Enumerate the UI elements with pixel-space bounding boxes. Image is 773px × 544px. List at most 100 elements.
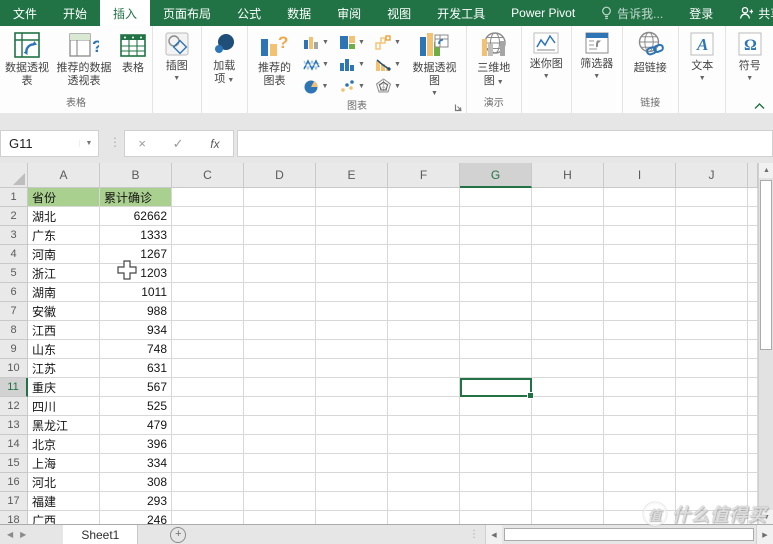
cell-H10[interactable] [532, 359, 604, 378]
cell-I9[interactable] [604, 340, 676, 359]
cell-I6[interactable] [604, 283, 676, 302]
row-header-5[interactable]: 5 [0, 264, 28, 283]
tab-插入[interactable]: 插入 [100, 0, 150, 26]
formula-input[interactable] [237, 130, 773, 157]
cell-B17[interactable]: 293 [100, 492, 172, 511]
cell-G7[interactable] [460, 302, 532, 321]
waterfall-chart-button[interactable]: ▼ [370, 31, 406, 53]
sheet-nav-right-icon[interactable]: ▶ [20, 530, 33, 539]
cell-G3[interactable] [460, 226, 532, 245]
cell-K1[interactable] [748, 188, 758, 207]
hierarchy-chart-button[interactable]: ▼ [334, 31, 370, 53]
cell-C7[interactable] [172, 302, 244, 321]
cell-D1[interactable] [244, 188, 316, 207]
cell-B5[interactable]: 1203 [100, 264, 172, 283]
cell-D17[interactable] [244, 492, 316, 511]
cell-F7[interactable] [388, 302, 460, 321]
map-3d-button[interactable]: 三维地图▼ [475, 29, 512, 90]
cell-K11[interactable] [748, 378, 758, 397]
cell-A11[interactable]: 重庆 [28, 378, 100, 397]
cell-E10[interactable] [316, 359, 388, 378]
cancel-icon[interactable]: × [138, 136, 146, 151]
cell-B15[interactable]: 334 [100, 454, 172, 473]
cell-E7[interactable] [316, 302, 388, 321]
cell-F1[interactable] [388, 188, 460, 207]
collapse-ribbon-icon[interactable] [754, 103, 765, 110]
cell-J9[interactable] [676, 340, 748, 359]
combo-chart-button[interactable]: ▼ [370, 53, 406, 75]
pie-chart-button[interactable]: ▼ [298, 75, 334, 97]
cell-A12[interactable]: 四川 [28, 397, 100, 416]
sheet-tab-sheet1[interactable]: Sheet1 [63, 525, 138, 544]
tab-视图[interactable]: 视图 [374, 0, 424, 26]
chevron-down-icon[interactable]: ▼ [79, 140, 98, 147]
cell-A17[interactable]: 福建 [28, 492, 100, 511]
cell-G13[interactable] [460, 416, 532, 435]
cell-K8[interactable] [748, 321, 758, 340]
cell-E3[interactable] [316, 226, 388, 245]
column-header-partial[interactable] [748, 163, 758, 188]
addins-button[interactable]: 加载 项▼ [209, 29, 239, 88]
cell-B18[interactable]: 246 [100, 511, 172, 525]
cell-F13[interactable] [388, 416, 460, 435]
row-header-8[interactable]: 8 [0, 321, 28, 340]
tab-公式[interactable]: 公式 [224, 0, 274, 26]
scroll-left-icon[interactable]: ◀ [485, 525, 502, 544]
new-sheet-button[interactable]: + [170, 527, 186, 543]
cell-A8[interactable]: 江西 [28, 321, 100, 340]
tab-Power Pivot[interactable]: Power Pivot [498, 0, 588, 26]
cell-F2[interactable] [388, 207, 460, 226]
cell-G6[interactable] [460, 283, 532, 302]
cell-A6[interactable]: 湖南 [28, 283, 100, 302]
column-header-J[interactable]: J [676, 163, 748, 188]
cell-A9[interactable]: 山东 [28, 340, 100, 359]
cell-K14[interactable] [748, 435, 758, 454]
cell-I10[interactable] [604, 359, 676, 378]
cell-I2[interactable] [604, 207, 676, 226]
cell-F4[interactable] [388, 245, 460, 264]
cell-B2[interactable]: 62662 [100, 207, 172, 226]
cell-E5[interactable] [316, 264, 388, 283]
cell-G9[interactable] [460, 340, 532, 359]
cell-C16[interactable] [172, 473, 244, 492]
cell-G2[interactable] [460, 207, 532, 226]
cell-J11[interactable] [676, 378, 748, 397]
cell-J15[interactable] [676, 454, 748, 473]
cell-K12[interactable] [748, 397, 758, 416]
cell-C14[interactable] [172, 435, 244, 454]
tab-开始[interactable]: 开始 [50, 0, 100, 26]
cell-A13[interactable]: 黑龙江 [28, 416, 100, 435]
cell-C18[interactable] [172, 511, 244, 525]
row-header-4[interactable]: 4 [0, 245, 28, 264]
row-header-10[interactable]: 10 [0, 359, 28, 378]
cell-K5[interactable] [748, 264, 758, 283]
vertical-scrollbar[interactable]: ▲ ▼ [758, 163, 773, 525]
cell-G10[interactable] [460, 359, 532, 378]
histogram-chart-button[interactable]: ▼ [334, 53, 370, 75]
cell-C17[interactable] [172, 492, 244, 511]
cell-H9[interactable] [532, 340, 604, 359]
cell-G16[interactable] [460, 473, 532, 492]
cell-H2[interactable] [532, 207, 604, 226]
cell-A15[interactable]: 上海 [28, 454, 100, 473]
cell-F15[interactable] [388, 454, 460, 473]
cell-B10[interactable]: 631 [100, 359, 172, 378]
cell-K2[interactable] [748, 207, 758, 226]
tab-数据[interactable]: 数据 [274, 0, 324, 26]
cell-B16[interactable]: 308 [100, 473, 172, 492]
column-header-F[interactable]: F [388, 163, 460, 188]
cell-D15[interactable] [244, 454, 316, 473]
cell-K17[interactable] [748, 492, 758, 511]
cell-J7[interactable] [676, 302, 748, 321]
cell-I15[interactable] [604, 454, 676, 473]
cell-I7[interactable] [604, 302, 676, 321]
cell-E18[interactable] [316, 511, 388, 525]
cell-H11[interactable] [532, 378, 604, 397]
tab-开发工具[interactable]: 开发工具 [424, 0, 498, 26]
scroll-right-icon[interactable]: ▶ [756, 525, 773, 544]
cell-H16[interactable] [532, 473, 604, 492]
cell-G12[interactable] [460, 397, 532, 416]
cell-H18[interactable] [532, 511, 604, 525]
cell-G8[interactable] [460, 321, 532, 340]
cell-E17[interactable] [316, 492, 388, 511]
